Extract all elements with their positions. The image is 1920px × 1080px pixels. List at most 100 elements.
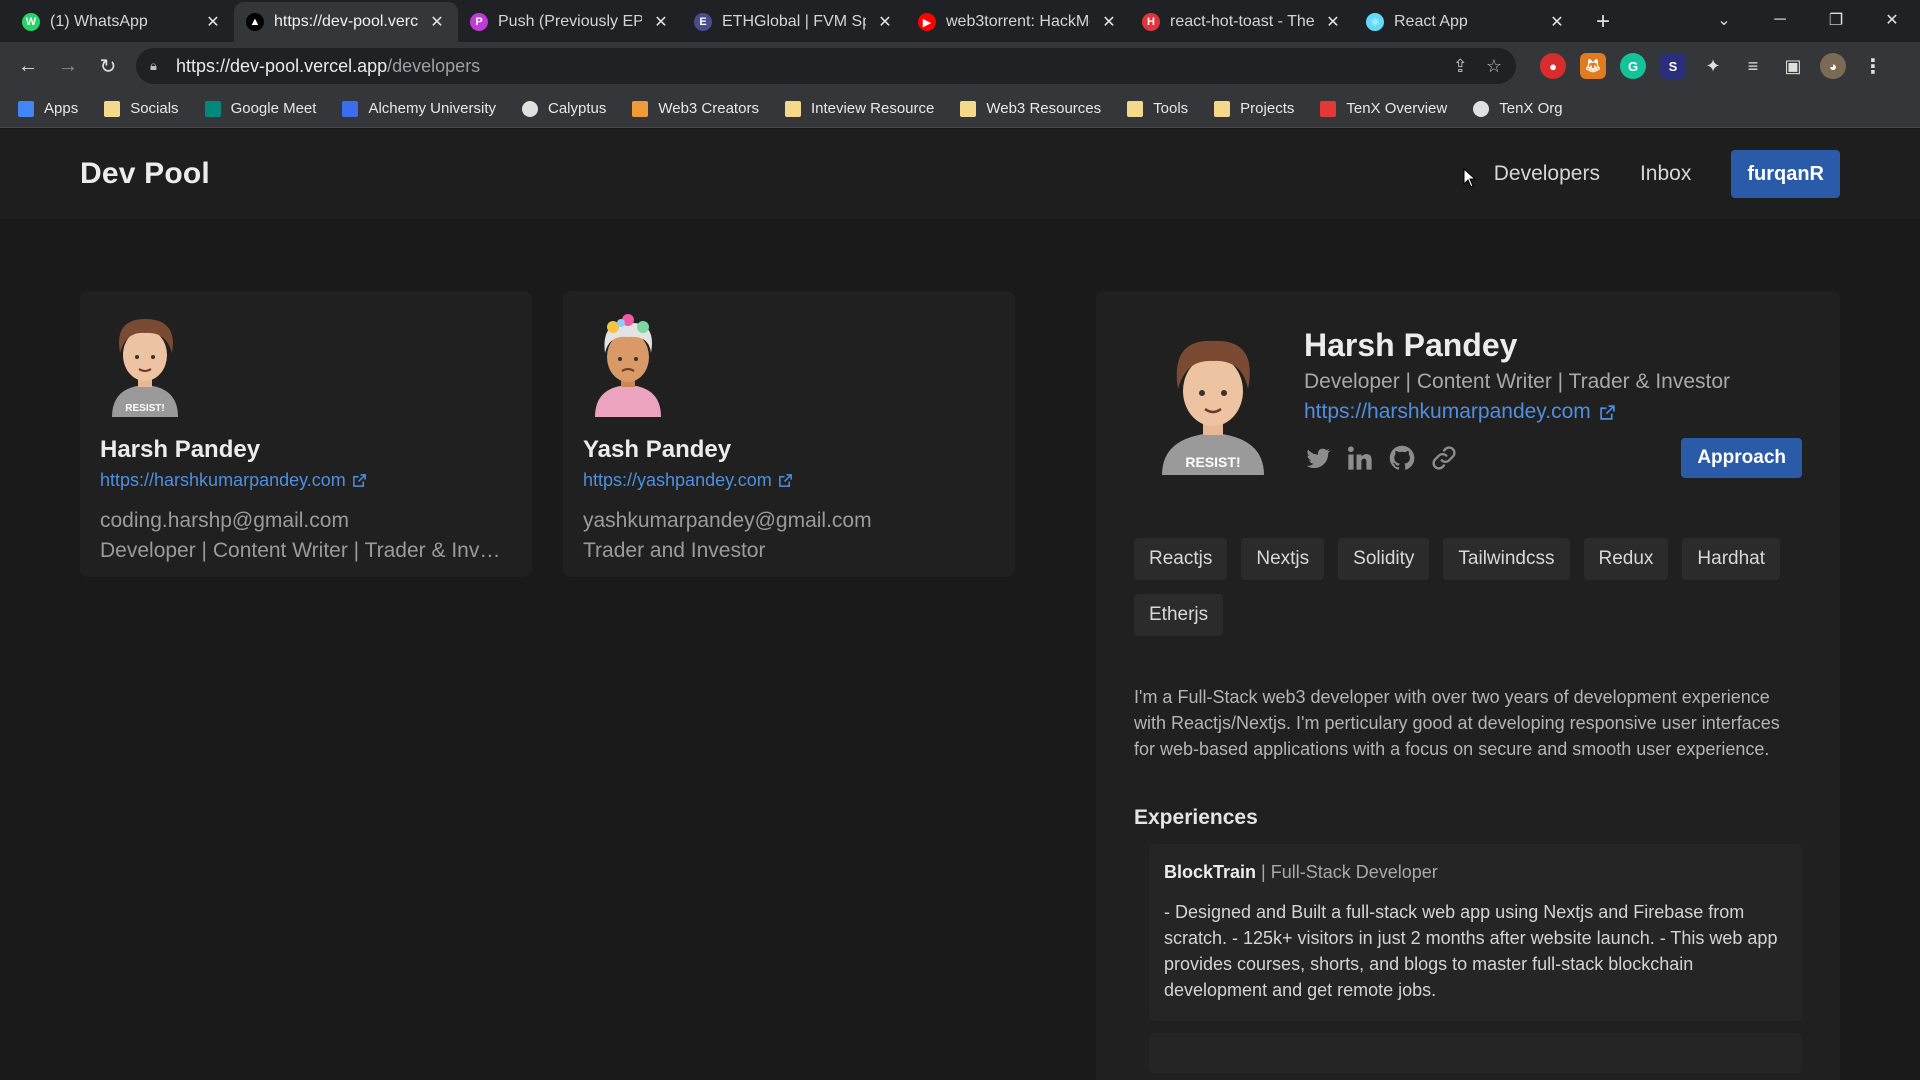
profile-avatar-icon[interactable]: ◕	[1820, 53, 1846, 79]
bookmark-item[interactable]: Alchemy University	[342, 100, 496, 117]
nav-inbox[interactable]: Inbox	[1640, 162, 1691, 186]
bookmark-item[interactable]: Calyptus	[521, 100, 606, 117]
tab-close-icon[interactable]: ✕	[428, 13, 446, 31]
tab-close-icon[interactable]: ✕	[1324, 13, 1342, 31]
push-icon: P	[470, 13, 488, 31]
extensions-puzzle-icon[interactable]: ✦	[1700, 53, 1726, 79]
bookmark-label: TenX Org	[1499, 100, 1563, 117]
tab-title: ETHGlobal | FVM Spac	[722, 13, 866, 30]
bookmark-label: Apps	[44, 100, 79, 117]
metamask-icon[interactable]: 🦊︎	[1580, 53, 1606, 79]
linkedin-icon[interactable]	[1346, 444, 1374, 472]
bookmark-item[interactable]: Inteview Resource	[784, 100, 935, 117]
extension-red-icon[interactable]: ●	[1540, 53, 1566, 79]
bookmark-item[interactable]: Google Meet	[204, 100, 316, 117]
profile-website-link[interactable]: https://harshkumarpandey.com	[1304, 400, 1802, 424]
bookmark-label: Tools	[1153, 100, 1189, 117]
tab-search-icon[interactable]: ⌄	[1696, 10, 1752, 30]
developer-website-link[interactable]: https://yashpandey.com	[583, 470, 995, 491]
bookmark-label: TenX Overview	[1346, 100, 1448, 117]
tab-close-icon[interactable]: ✕	[204, 13, 222, 31]
bookmark-star-icon[interactable]: ☆	[1486, 56, 1502, 77]
extension-blue-icon[interactable]: S	[1660, 53, 1686, 79]
skill-chip: Nextjs	[1241, 538, 1325, 580]
user-account-button[interactable]: furqanR	[1731, 150, 1840, 198]
tab-close-icon[interactable]: ✕	[1548, 13, 1566, 31]
browser-tab[interactable]: Hreact-hot-toast - The ✕	[1130, 4, 1354, 40]
developer-card[interactable]: RESIST! Harsh Pandey https://harshkumarp…	[80, 291, 532, 577]
bookmark-item[interactable]: Projects	[1214, 100, 1294, 117]
tenx-icon	[1320, 100, 1337, 117]
main-nav: Developers Inbox furqanR	[1494, 150, 1840, 198]
experience-company: BlockTrain	[1164, 862, 1257, 882]
bookmark-item[interactable]: Web3 Creators	[632, 100, 759, 117]
bookmark-item[interactable]: TenX Org	[1473, 100, 1563, 117]
developer-website-text[interactable]: https://harshkumarpandey.com	[100, 470, 346, 491]
hot-toast-icon: H	[1142, 13, 1160, 31]
url-host: https://dev-pool.vercel.app	[176, 55, 388, 76]
developer-website-text[interactable]: https://yashpandey.com	[583, 470, 772, 491]
folder-icon	[1127, 100, 1144, 117]
media-queue-icon[interactable]: ≡	[1740, 53, 1766, 79]
browser-tab[interactable]: ▶ web3torrent: HackMo ✕	[906, 4, 1130, 40]
twitter-icon[interactable]	[1304, 444, 1332, 472]
developer-card[interactable]: Yash Pandey https://yashpandey.com yashk…	[563, 291, 1015, 577]
bookmark-item[interactable]: Web3 Resources	[960, 100, 1101, 117]
nav-developers[interactable]: Developers	[1494, 162, 1600, 186]
profile-website-text[interactable]: https://harshkumarpandey.com	[1304, 400, 1591, 424]
folder-icon	[960, 100, 977, 117]
profile-header: RESIST! Harsh Pandey Developer | Content…	[1134, 327, 1802, 478]
browser-tab[interactable]: ⚛ React App ✕	[1354, 4, 1578, 40]
skill-chip: Tailwindcss	[1443, 538, 1570, 580]
browser-tab[interactable]: ▲ https://dev-pool.verc ✕	[234, 2, 458, 42]
menu-kebab-icon[interactable]: ⋮	[1860, 53, 1886, 79]
restore-button[interactable]: ❐	[1808, 10, 1864, 30]
app-header: Dev Pool Developers Inbox furqanR	[0, 129, 1920, 219]
extensions-row: ● 🦊︎ G S ✦ ≡ ▣ ◕ ⋮	[1540, 53, 1886, 79]
close-window-button[interactable]: ✕	[1864, 10, 1920, 30]
experience-role: Full-Stack Developer	[1270, 862, 1438, 882]
bookmarks-bar: Apps Socials Google Meet Alchemy University…	[0, 90, 1920, 128]
minimize-button[interactable]: ─	[1752, 11, 1808, 29]
developer-email: coding.harshp@gmail.com	[100, 509, 349, 532]
browser-tab[interactable]: P Push (Previously EPN ✕	[458, 4, 682, 40]
window-controls: ⌄ ─ ❐ ✕	[1696, 0, 1920, 40]
bookmark-label: Inteview Resource	[810, 100, 935, 117]
folder-icon	[1214, 100, 1231, 117]
new-tab-button[interactable]: +	[1586, 5, 1620, 39]
browser-tab[interactable]: W (1) WhatsApp ✕	[10, 4, 234, 40]
folder-icon	[104, 100, 121, 117]
share-icon[interactable]: ⇪	[1453, 56, 1468, 77]
reload-button[interactable]: ↻	[90, 48, 126, 84]
grammarly-icon[interactable]: G	[1620, 53, 1646, 79]
bookmark-item[interactable]: Socials	[104, 100, 179, 117]
forward-button[interactable]: →	[50, 48, 86, 84]
back-button[interactable]: ←	[10, 48, 46, 84]
tab-close-icon[interactable]: ✕	[876, 13, 894, 31]
avatar-shirt-text: RESIST!	[125, 403, 164, 414]
link-icon[interactable]	[1430, 444, 1458, 472]
side-panel-icon[interactable]: ▣	[1780, 53, 1806, 79]
tab-title: https://dev-pool.verc	[274, 13, 418, 30]
developer-website-link[interactable]: https://harshkumarpandey.com	[100, 470, 512, 491]
github-icon[interactable]	[1388, 444, 1416, 472]
approach-button[interactable]: Approach	[1681, 438, 1802, 478]
url-text: https://dev-pool.vercel.app/developers	[176, 56, 480, 77]
bookmark-item[interactable]: Apps	[18, 100, 78, 117]
profile-avatar: RESIST!	[1162, 340, 1264, 475]
bookmark-label: Projects	[1240, 100, 1295, 117]
ethglobal-icon: E	[694, 13, 712, 31]
tab-close-icon[interactable]: ✕	[1100, 13, 1118, 31]
tab-close-icon[interactable]: ✕	[652, 13, 670, 31]
tab-title: React App	[1394, 13, 1468, 30]
bookmark-item[interactable]: Tools	[1127, 100, 1188, 117]
tab-title: web3torrent: HackMo	[946, 13, 1090, 30]
brand-logo[interactable]: Dev Pool	[80, 157, 210, 191]
browser-tab[interactable]: E ETHGlobal | FVM Spac ✕	[682, 4, 906, 40]
bookmark-item[interactable]: TenX Overview	[1320, 100, 1447, 117]
vercel-icon: ▲	[246, 13, 264, 31]
developer-email: yashkumarpandey@gmail.com	[583, 509, 872, 532]
lock-icon[interactable]: 🔒︎	[150, 58, 164, 74]
whatsapp-icon: W	[22, 13, 40, 31]
address-bar[interactable]: 🔒︎ https://dev-pool.vercel.app/developer…	[136, 48, 1516, 84]
